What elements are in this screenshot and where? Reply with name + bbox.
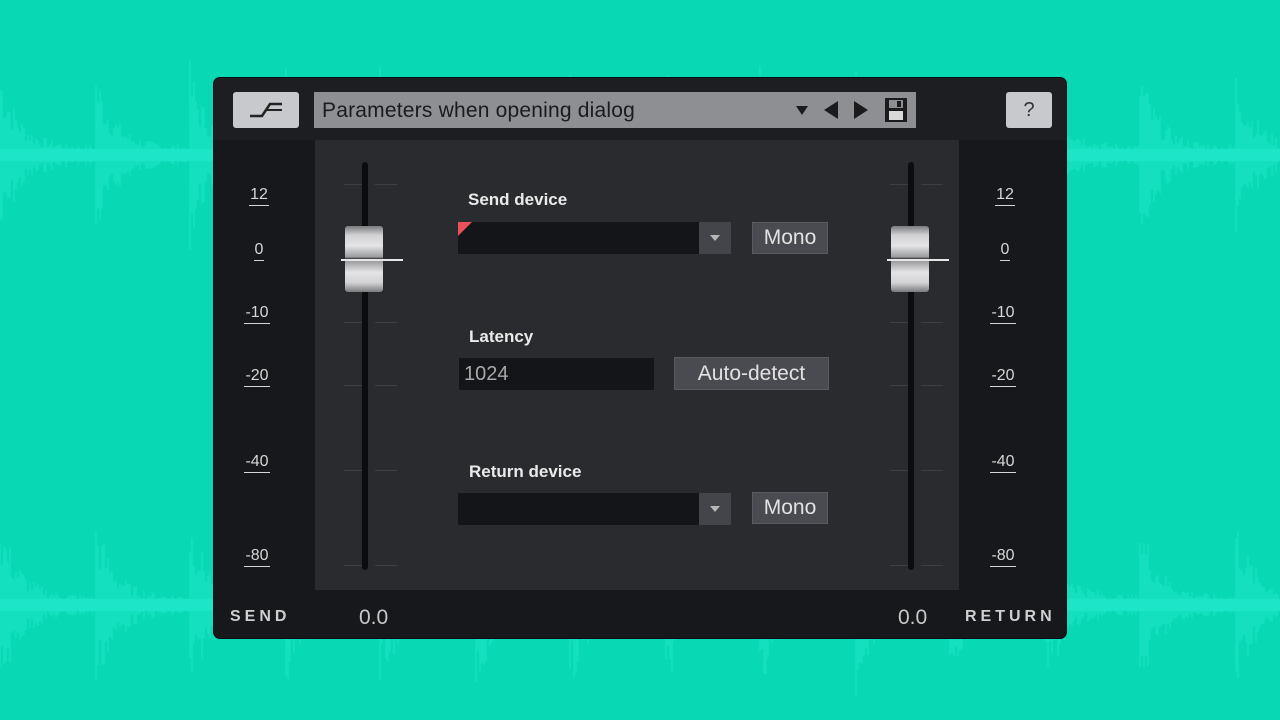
auto-detect-button[interactable]: Auto-detect xyxy=(674,357,829,390)
return-scale-tick: -10 xyxy=(989,304,1017,324)
preset-menu-button[interactable] xyxy=(792,100,812,120)
send-fader-handle[interactable] xyxy=(341,226,403,292)
return-mono-button[interactable]: Mono xyxy=(752,492,828,524)
send-device-label: Send device xyxy=(468,190,568,209)
plugin-header: Parameters when opening dialog ? xyxy=(214,78,1066,140)
send-scale-tick: -40 xyxy=(243,453,271,473)
return-meter-scale: 12 0 -10 -20 -40 -80 xyxy=(966,140,1066,590)
not-connected-indicator xyxy=(458,222,472,236)
latency-input[interactable] xyxy=(459,358,654,390)
return-device-label: Return device xyxy=(469,462,582,481)
preset-name: Parameters when opening dialog xyxy=(322,99,636,122)
preset-bar[interactable]: Parameters when opening dialog xyxy=(314,92,916,128)
chevron-down-icon xyxy=(699,222,731,254)
previous-preset-button[interactable] xyxy=(820,100,842,120)
send-scale-tick: -80 xyxy=(243,547,271,567)
send-level-readout[interactable]: 0.0 xyxy=(359,606,388,630)
external-gear-plugin-window: Parameters when opening dialog ? 12 0 -1… xyxy=(214,78,1066,638)
next-preset-button[interactable] xyxy=(850,100,872,120)
return-scale-tick: 0 xyxy=(991,241,1019,261)
latency-label: Latency xyxy=(469,327,534,346)
return-device-dropdown[interactable] xyxy=(458,493,731,525)
return-scale-tick: -80 xyxy=(989,547,1017,567)
return-level-readout[interactable]: 0.0 xyxy=(898,606,927,630)
return-fader[interactable] xyxy=(871,162,951,570)
main-panel: Send device Mono Latency Auto-detect Ret… xyxy=(315,140,959,590)
send-scale-tick: 0 xyxy=(245,241,273,261)
send-meter-scale: 12 0 -10 -20 -40 -80 xyxy=(214,140,314,590)
send-scale-tick: -10 xyxy=(243,304,271,324)
return-scale-tick: -40 xyxy=(989,453,1017,473)
return-fader-track[interactable] xyxy=(908,162,914,570)
return-scale-tick: 12 xyxy=(991,186,1019,206)
save-preset-button[interactable] xyxy=(883,97,909,123)
triangle-down-icon xyxy=(796,106,808,115)
send-scale-tick: -20 xyxy=(243,367,271,387)
send-fader[interactable] xyxy=(325,162,405,570)
return-scale-tick: -20 xyxy=(989,367,1017,387)
chevron-down-icon xyxy=(699,493,731,525)
arrow-right-icon xyxy=(854,101,868,119)
return-label: RETURN xyxy=(965,608,1056,625)
send-mono-button[interactable]: Mono xyxy=(752,222,828,254)
save-disk-icon xyxy=(885,98,907,122)
help-button[interactable]: ? xyxy=(1006,92,1052,128)
send-scale-tick: 12 xyxy=(245,186,273,206)
bypass-curve-icon xyxy=(250,102,282,118)
bypass-button[interactable] xyxy=(233,92,299,128)
send-label: SEND xyxy=(230,608,291,625)
arrow-left-icon xyxy=(824,101,838,119)
send-fader-track[interactable] xyxy=(362,162,368,570)
return-fader-handle[interactable] xyxy=(887,226,949,292)
send-device-dropdown[interactable] xyxy=(458,222,731,254)
